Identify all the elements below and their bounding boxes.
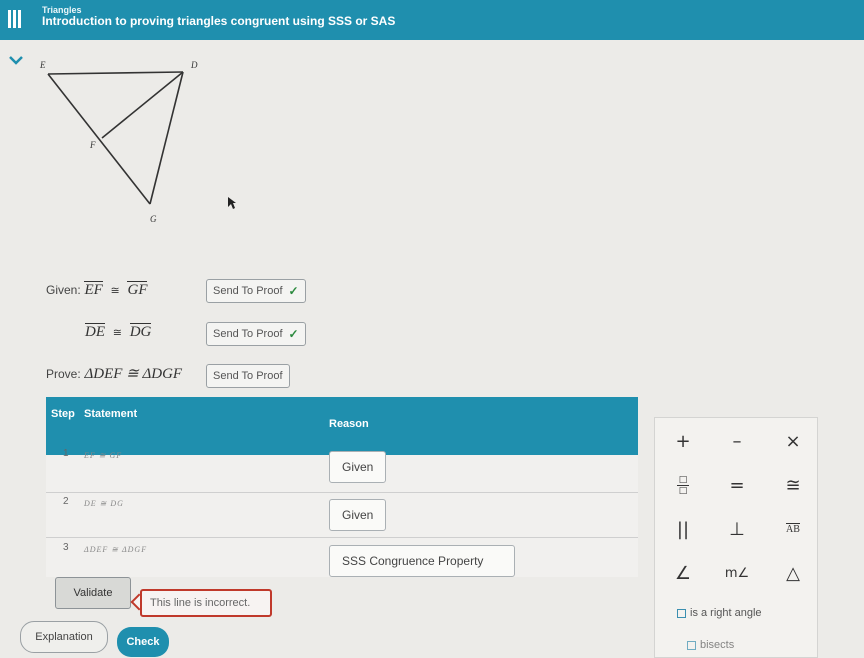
step-number: 3 (63, 542, 69, 553)
checkbox-icon (687, 640, 696, 650)
congruent-symbol: ≅ (112, 327, 122, 339)
segment-icon[interactable]: AB (773, 514, 813, 544)
statement-cell[interactable]: DE ≅ DG (84, 499, 124, 508)
reason-text: Given (342, 460, 374, 474)
send-to-proof-button-1[interactable]: Send To Proof ✓ (206, 279, 306, 303)
proof-table-header: Step Statement Reason (46, 397, 638, 455)
reason-header: Reason (329, 418, 369, 430)
right-angle-option[interactable]: is a right angle (677, 607, 762, 619)
step-header: Step (51, 408, 75, 420)
option-label: is a right angle (690, 607, 762, 619)
mouse-cursor-icon (228, 197, 236, 209)
measure-angle-icon[interactable]: m∠ (717, 558, 757, 588)
fraction-icon[interactable]: □ □ (663, 470, 703, 500)
prove-statement: Prove: ΔDEF ≅ ΔDGF (46, 364, 182, 383)
reason-cell[interactable]: Given (329, 499, 387, 531)
top-bar: Triangles Introduction to proving triang… (0, 0, 864, 40)
segment-label: AB (786, 523, 800, 535)
label-G: G (150, 214, 157, 224)
prove-expression: ΔDEF ≅ ΔDGF (84, 366, 183, 382)
minus-icon[interactable]: – (717, 426, 757, 456)
statement-cell[interactable]: ΔDEF ≅ ΔDGF (84, 545, 147, 554)
segment-de: DE (85, 323, 105, 340)
checkmark-icon: ✓ (288, 284, 299, 298)
given-label: Given: (46, 283, 81, 297)
error-message: This line is incorrect. (140, 589, 272, 617)
label-F: F (89, 140, 96, 150)
reason-text: SSS Congruence Property (342, 554, 484, 568)
validate-button[interactable]: Validate (55, 577, 131, 609)
given-statement-2: DE ≅ DG (85, 323, 152, 341)
statement-header: Statement (84, 408, 138, 420)
segment-gf: GF (127, 281, 148, 298)
reason-cell[interactable]: SSS Congruence Property (329, 545, 515, 577)
send-to-proof-label: Send To Proof (213, 285, 283, 297)
perpendicular-icon[interactable]: ⊥ (717, 514, 757, 544)
angle-icon[interactable]: ∠ (663, 558, 703, 588)
times-icon[interactable]: × (773, 426, 813, 456)
given-statement-1: Given: EF ≅ GF (46, 281, 148, 299)
checkbox-icon (677, 608, 686, 618)
send-to-proof-label: Send To Proof (213, 370, 283, 382)
send-to-proof-button-3[interactable]: Send To Proof (206, 364, 290, 388)
proof-table: Step Statement Reason 1 EF ≅ GF Given 2 … (46, 397, 638, 577)
bisects-option[interactable]: bisects (687, 639, 734, 651)
row-divider (46, 492, 638, 493)
segment-dg: DG (129, 323, 152, 340)
send-to-proof-button-2[interactable]: Send To Proof ✓ (206, 322, 306, 346)
equals-icon[interactable]: = (717, 470, 757, 500)
chevron-down-icon[interactable] (6, 50, 26, 70)
checkmark-icon: ✓ (288, 327, 299, 341)
statement-cell[interactable]: EF ≅ GF (84, 451, 122, 460)
triangle-icon[interactable]: △ (773, 558, 813, 588)
explanation-button[interactable]: Explanation (20, 621, 108, 653)
step-number: 1 (63, 448, 69, 459)
label-D: D (190, 60, 198, 70)
plus-icon[interactable]: + (663, 426, 703, 456)
row-divider (46, 537, 638, 538)
segment-ef: EF (84, 281, 103, 298)
menu-icon[interactable] (8, 10, 22, 28)
prove-label: Prove: (46, 367, 81, 381)
option-label: bisects (700, 639, 735, 651)
congruent-icon[interactable]: ≅ (773, 470, 813, 500)
parallel-icon[interactable]: || (663, 514, 703, 544)
label-E: E (39, 60, 46, 70)
check-button[interactable]: Check (117, 627, 169, 657)
reason-text: Given (342, 508, 374, 522)
reason-cell[interactable]: Given (329, 451, 387, 483)
symbol-palette: + – × □ □ = ≅ || ⊥ AB ∠ m∠ △ is a right a… (654, 417, 818, 658)
send-to-proof-label: Send To Proof (213, 328, 283, 340)
lesson-title: Introduction to proving triangles congru… (42, 14, 396, 28)
congruent-symbol: ≅ (110, 285, 120, 297)
triangle-diagram: E D F G (39, 60, 198, 224)
step-number: 2 (63, 496, 69, 507)
